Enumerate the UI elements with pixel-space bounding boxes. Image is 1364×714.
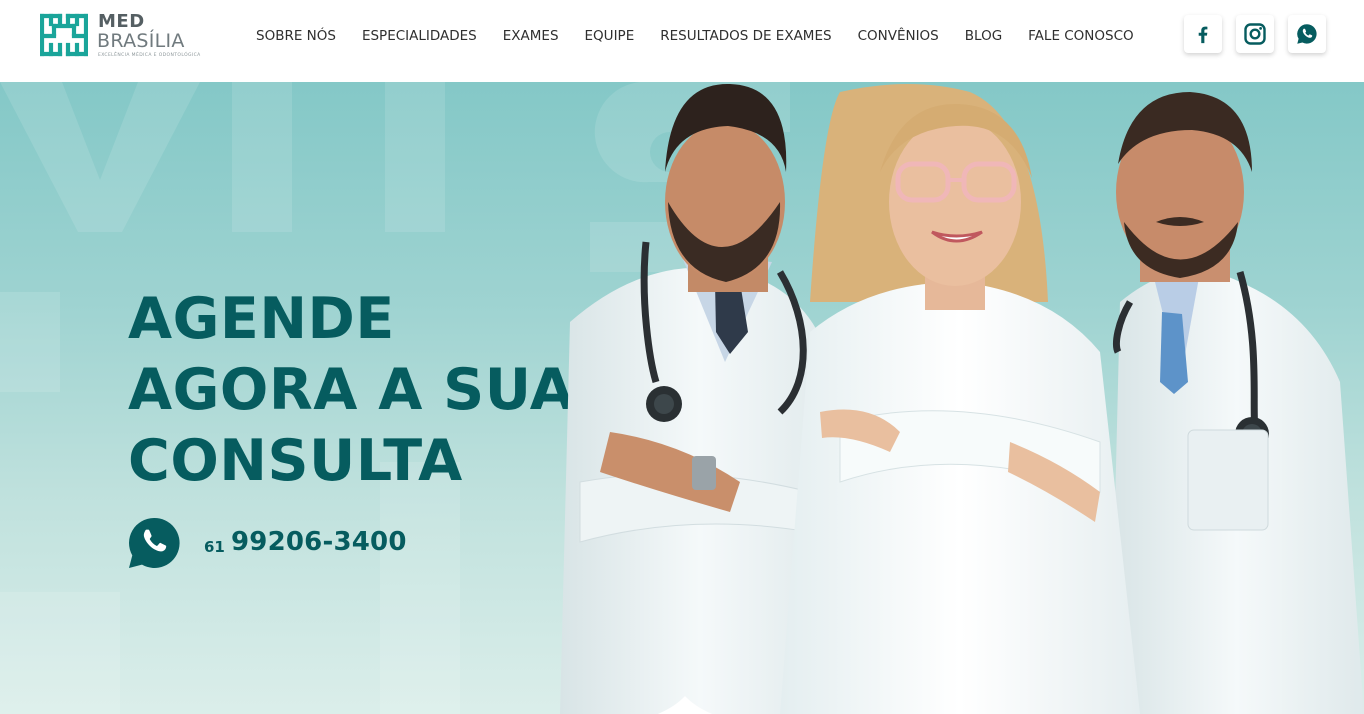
doctor-right <box>1110 92 1364 714</box>
hero-title-line-1: AGENDE <box>128 286 395 352</box>
nav-item-blog[interactable]: BLOG <box>965 26 1002 46</box>
nav-item-equipe[interactable]: EQUIPE <box>585 26 635 46</box>
instagram-button[interactable] <box>1236 15 1274 53</box>
nav-item-fale-conosco[interactable]: FALE CONOSCO <box>1028 26 1134 46</box>
logo-tagline: EXCELÊNCIA MÉDICA E ODONTOLÓGICA <box>98 53 201 58</box>
phone-number[interactable]: 99206-3400 <box>231 527 407 557</box>
whatsapp-button[interactable] <box>1288 15 1326 53</box>
doctors-photo <box>560 83 1364 714</box>
nav-item-especialidades[interactable]: ESPECIALIDADES <box>362 26 477 46</box>
hero-title-line-3: CONSULTA <box>128 428 463 494</box>
nav-item-exames[interactable]: EXAMES <box>503 26 559 46</box>
logo[interactable]: MED BRASÍLIA EXCELÊNCIA MÉDICA E ODONTOL… <box>40 12 200 62</box>
hero-banner: AGENDE AGORA A SUA CONSULTA 61 99206-340… <box>0 82 1364 714</box>
facebook-icon <box>1198 26 1208 44</box>
whatsapp-icon <box>1297 24 1317 44</box>
doctor-center <box>780 84 1140 714</box>
hero-title-line-2: AGORA A SUA <box>128 357 575 423</box>
site-header: MED BRASÍLIA EXCELÊNCIA MÉDICA E ODONTOL… <box>0 0 1364 82</box>
facebook-button[interactable] <box>1184 15 1222 53</box>
logo-mark-icon <box>40 13 88 57</box>
nav-item-sobre-nos[interactable]: SOBRE NÓS <box>256 26 336 46</box>
hero-title: AGENDE AGORA A SUA CONSULTA <box>128 284 588 497</box>
main-nav: SOBRE NÓS ESPECIALIDADES EXAMES EQUIPE R… <box>256 26 1134 46</box>
bottom-notch <box>657 696 713 714</box>
phone-area-code: 61 <box>204 538 225 556</box>
logo-name-brasilia: BRASÍLIA <box>97 30 185 52</box>
instagram-icon <box>1244 23 1266 45</box>
nav-item-resultados-de-exames[interactable]: RESULTADOS DE EXAMES <box>660 26 831 46</box>
logo-name-med: MED <box>98 11 145 32</box>
whatsapp-contact-icon[interactable] <box>127 516 181 570</box>
nav-item-convenios[interactable]: CONVÊNIOS <box>858 26 939 46</box>
